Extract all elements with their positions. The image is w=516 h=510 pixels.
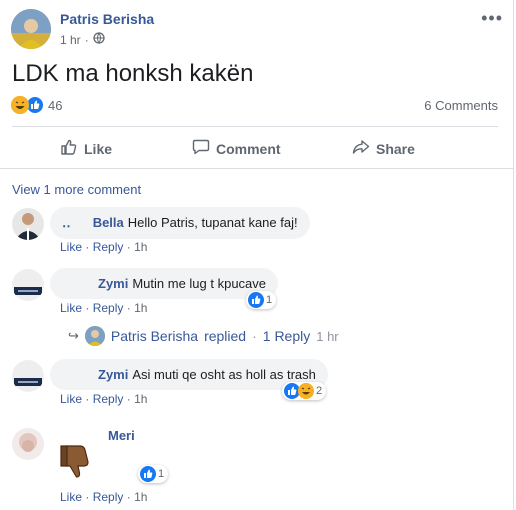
dot-separator: · bbox=[126, 240, 135, 254]
reply-author-avatar bbox=[84, 326, 105, 346]
comment-like-link[interactable]: Like bbox=[60, 301, 82, 315]
comment-time[interactable]: 1h bbox=[134, 240, 147, 254]
dot-separator: · bbox=[85, 301, 93, 315]
dot-separator: · bbox=[252, 328, 257, 344]
post-author-name[interactable]: Patris Berisha bbox=[60, 11, 154, 27]
share-arrow-icon bbox=[352, 138, 370, 159]
comment-reaction-pill[interactable]: 2 bbox=[282, 382, 327, 400]
commenter-avatar[interactable] bbox=[12, 208, 44, 240]
comments-count-link[interactable]: 6 Comments bbox=[424, 98, 498, 113]
haha-reaction-icon bbox=[11, 96, 29, 114]
comment-time[interactable]: 1h bbox=[134, 392, 147, 406]
divider bbox=[0, 168, 513, 169]
reply-count[interactable]: 1 Reply bbox=[263, 328, 310, 344]
comment-button[interactable]: Comment bbox=[192, 138, 281, 159]
comment-like-link[interactable]: Like bbox=[60, 490, 82, 504]
dot-separator: · bbox=[85, 392, 93, 406]
comment-label: Comment bbox=[216, 140, 281, 157]
comment-reply-link[interactable]: Reply bbox=[93, 301, 124, 315]
comment-like-link[interactable]: Like bbox=[60, 392, 82, 406]
reaction-count: 2 bbox=[316, 385, 323, 397]
reaction-count: 1 bbox=[158, 468, 165, 480]
thumbs-up-icon bbox=[60, 138, 78, 159]
comment-text: Hello Patris, tupanat kane faj! bbox=[127, 215, 298, 230]
post-options-icon[interactable]: ••• bbox=[481, 8, 503, 29]
meta-separator: · bbox=[84, 32, 89, 47]
commenter-avatar[interactable] bbox=[12, 269, 44, 301]
share-button[interactable]: Share bbox=[352, 138, 415, 159]
thumbs-down-sticker bbox=[60, 442, 94, 485]
dot-separator: · bbox=[126, 392, 135, 406]
comment-actions: Like · Reply · 1h bbox=[60, 240, 147, 254]
comment-time[interactable]: 1h bbox=[134, 490, 147, 504]
like-reaction-icon bbox=[248, 292, 264, 308]
name-prefix: ‥ bbox=[62, 215, 71, 230]
comment-bubble: ‥ Bella Hello Patris, tupanat kane faj! bbox=[50, 207, 310, 239]
comment-bubble: Zymi Mutin me lug t kpucave bbox=[50, 268, 279, 299]
comment-actions: Like · Reply · 1h bbox=[60, 301, 147, 315]
haha-reaction-icon bbox=[298, 383, 314, 399]
commenter-name[interactable]: Meri bbox=[108, 428, 135, 443]
comment-reply-link[interactable]: Reply bbox=[93, 490, 124, 504]
post-text: LDK ma honksh kakën bbox=[12, 60, 254, 87]
commenter-name[interactable]: Zymi bbox=[98, 367, 128, 382]
commenter-avatar[interactable] bbox=[12, 360, 44, 392]
comment-text: Mutin me lug t kpucave bbox=[132, 276, 267, 291]
share-label: Share bbox=[376, 140, 415, 157]
post-card: Patris Berisha 1 hr · ••• LDK ma honksh … bbox=[0, 0, 514, 510]
author-avatar[interactable] bbox=[11, 9, 51, 49]
globe-icon bbox=[93, 32, 105, 47]
comment-reply-link[interactable]: Reply bbox=[93, 240, 124, 254]
comment-reaction-pill[interactable]: 1 bbox=[246, 291, 277, 309]
comment-reaction-pill[interactable]: 1 bbox=[138, 465, 169, 483]
post-time[interactable]: 1 hr bbox=[60, 33, 81, 47]
speech-bubble-icon bbox=[192, 138, 210, 159]
divider bbox=[12, 126, 498, 127]
comment-time[interactable]: 1h bbox=[134, 301, 147, 315]
comment-actions: Like · Reply · 1h bbox=[60, 392, 147, 406]
like-reaction-icon bbox=[140, 466, 156, 482]
reply-arrow-icon: ↪ bbox=[68, 328, 79, 343]
reaction-count: 1 bbox=[266, 294, 273, 306]
reaction-count: 46 bbox=[48, 97, 63, 113]
dot-separator: · bbox=[85, 240, 93, 254]
dot-separator: · bbox=[126, 301, 135, 315]
reply-verb: replied bbox=[204, 328, 247, 344]
view-more-comments-link[interactable]: View 1 more comment bbox=[12, 182, 141, 197]
comment-text: Asi muti qe osht as holl as trash bbox=[132, 367, 316, 382]
dot-separator: · bbox=[126, 490, 135, 504]
commenter-name[interactable]: Zymi bbox=[98, 276, 128, 291]
commenter-avatar[interactable] bbox=[12, 428, 44, 460]
reaction-summary[interactable]: 46 bbox=[11, 96, 62, 114]
dot-separator: · bbox=[85, 490, 93, 504]
post-meta: 1 hr · bbox=[60, 32, 105, 47]
comment-reply-link[interactable]: Reply bbox=[93, 392, 124, 406]
reply-time: 1 hr bbox=[316, 328, 339, 344]
like-label: Like bbox=[84, 140, 113, 157]
replies-summary[interactable]: ↪ Patris Berisha replied · 1 Reply 1 hr bbox=[68, 326, 339, 346]
reply-author-name[interactable]: Patris Berisha bbox=[111, 328, 198, 344]
like-button[interactable]: Like bbox=[60, 138, 112, 159]
comment-actions: Like · Reply · 1h bbox=[60, 490, 147, 504]
comment-like-link[interactable]: Like bbox=[60, 240, 82, 254]
commenter-name[interactable]: Bella bbox=[93, 215, 124, 230]
